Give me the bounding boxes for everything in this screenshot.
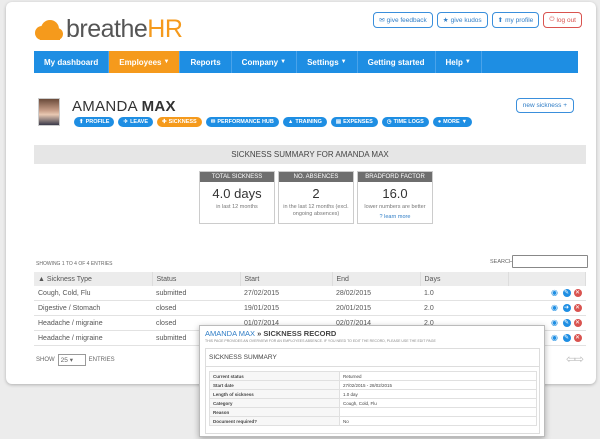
sickness-summary-panel: SICKNESS SUMMARY Current status Returned … <box>205 348 540 434</box>
view-icon[interactable]: ◉ <box>550 304 560 312</box>
my-profile-button[interactable]: ⬆ my profile <box>491 12 540 28</box>
bradford-factor-stat: BRADFORD FACTOR 16.0 lower numbers are b… <box>357 171 433 224</box>
edit-icon[interactable]: ✎ <box>562 334 571 342</box>
employee-tabs: ⬆ PROFILE ✈ LEAVE ✚ SICKNESS ✉ PERFORMANCE H… <box>74 117 473 127</box>
user-icon: ⬆ <box>497 17 504 24</box>
delete-icon[interactable]: ✕ <box>573 289 582 297</box>
col-status[interactable]: Status <box>152 272 241 286</box>
nav-company[interactable]: Company ▼ <box>232 51 298 73</box>
tab-expenses[interactable]: ▤ EXPENSES <box>330 117 378 127</box>
view-icon[interactable]: ◉ <box>550 319 560 327</box>
nav-getting-started[interactable]: Getting started <box>358 51 436 73</box>
chevron-down-icon: ▼ <box>461 119 468 125</box>
receipt-icon: ▤ <box>335 119 342 125</box>
delete-icon[interactable]: ✕ <box>573 319 582 327</box>
delete-icon[interactable]: ✕ <box>573 334 582 342</box>
stat-boxes: TOTAL SICKNESS 4.0 days in last 12 month… <box>199 171 433 224</box>
nav-reports[interactable]: Reports <box>180 51 232 73</box>
sort-icon: ▲ <box>38 275 45 283</box>
search-input[interactable] <box>512 255 588 268</box>
tab-training[interactable]: ▲ TRAINING <box>282 117 327 127</box>
record-row: Reason <box>209 407 537 417</box>
chevron-down-icon: ▼ <box>280 59 287 65</box>
col-days[interactable]: Days <box>420 272 509 286</box>
user-icon: ⬆ <box>79 119 84 125</box>
popup-employee-link[interactable]: AMANDA MAX <box>205 329 255 338</box>
main-nav: My dashboard Employees ▼ Reports Company ▼… <box>34 51 578 73</box>
record-row: Length of sickness 1.0 day <box>209 389 537 399</box>
brand-name-part1: breathe <box>66 15 148 43</box>
edit-icon[interactable]: ✎ <box>562 319 571 327</box>
cloud-logo-icon <box>35 19 63 40</box>
tab-more[interactable]: ● MORE ▼ <box>432 117 473 127</box>
tab-leave[interactable]: ✈ LEAVE <box>118 117 153 127</box>
chevron-down-icon: ▼ <box>340 59 347 65</box>
record-table: Current status Returned Start date 27/02/2… <box>209 371 537 426</box>
section-title: SICKNESS SUMMARY <box>206 349 539 367</box>
col-end[interactable]: End <box>332 272 421 286</box>
chat-icon: ✉ <box>379 17 385 24</box>
record-row: Current status Returned <box>209 371 537 381</box>
page-length-control: SHOW 25 ▾ ENTRIES <box>36 354 115 366</box>
table-header-row: ▲ Sickness Type Status Start End Days <box>34 272 586 286</box>
delete-icon[interactable]: ✕ <box>573 304 582 312</box>
total-sickness-stat: TOTAL SICKNESS 4.0 days in last 12 month… <box>199 171 275 224</box>
entries-info: SHOWING 1 TO 4 OF 4 ENTRIES <box>36 261 113 267</box>
learn-more-link[interactable]: ? learn more <box>358 214 432 220</box>
record-row: Category Cough, Cold, Flu <box>209 398 537 408</box>
employee-name: AMANDA MAX <box>72 98 176 115</box>
chevron-down-icon: ▾ <box>69 357 73 364</box>
nav-my-dashboard[interactable]: My dashboard <box>34 51 110 73</box>
search-label: SEARCH: <box>490 259 515 265</box>
give-kudos-button[interactable]: ★ give kudos <box>436 12 488 28</box>
record-row: Start date 27/02/2015 - 28/02/2015 <box>209 380 537 390</box>
star-icon: ★ <box>442 17 449 24</box>
plane-icon: ✈ <box>123 119 129 125</box>
view-icon[interactable]: ◉ <box>550 289 560 297</box>
tab-time-logs[interactable]: ◷ TIME LOGS <box>381 117 429 127</box>
page-length-select[interactable]: 25 ▾ <box>57 354 86 366</box>
chevron-down-icon: ▼ <box>163 59 170 65</box>
record-row: Document required? No <box>209 416 537 426</box>
avatar <box>38 98 60 126</box>
edit-icon[interactable]: ➜ <box>562 304 571 312</box>
col-start[interactable]: Start <box>240 272 333 286</box>
nav-settings[interactable]: Settings ▼ <box>297 51 358 73</box>
more-icon: ● <box>437 119 442 125</box>
view-icon[interactable]: ◉ <box>550 334 560 342</box>
sickness-record-popup: AMANDA MAX » SICKNESS RECORD THIS PAGE P… <box>199 325 545 437</box>
edit-icon[interactable]: ✎ <box>562 289 571 297</box>
popup-note: THIS PAGE PROVIDES AN OVERVIEW FOR AN EM… <box>205 339 436 343</box>
summary-title: SICKNESS SUMMARY FOR AMANDA MAX <box>34 145 586 164</box>
graduation-cap-icon: ▲ <box>287 119 294 125</box>
medical-bag-icon: ✚ <box>162 119 167 125</box>
new-sickness-button[interactable]: new sickness + <box>515 98 574 113</box>
nav-employees[interactable]: Employees ▼ <box>109 51 181 73</box>
col-actions <box>508 272 586 286</box>
clock-icon: ◷ <box>386 119 392 125</box>
table-row[interactable]: Cough, Cold, Flu submitted 27/02/2015 28… <box>34 286 586 301</box>
chevron-down-icon: ▼ <box>464 59 471 65</box>
nav-help[interactable]: Help ▼ <box>436 51 482 73</box>
top-links: ✉ give feedback ★ give kudos ⬆ my profile ⏻… <box>373 12 582 28</box>
tab-performance-hub[interactable]: ✉ PERFORMANCE HUB <box>205 117 279 127</box>
tab-profile[interactable]: ⬆ PROFILE <box>74 117 115 127</box>
col-sickness-type[interactable]: ▲ Sickness Type <box>34 272 153 286</box>
logout-icon: ⏻ <box>549 16 555 23</box>
popup-title: AMANDA MAX » SICKNESS RECORD <box>205 329 337 338</box>
tab-sickness[interactable]: ✚ SICKNESS <box>157 117 202 127</box>
breathehr-logo[interactable]: breatheHR <box>32 15 183 44</box>
table-row[interactable]: Digestive / Stomach closed 19/01/2015 20… <box>34 300 586 316</box>
give-feedback-button[interactable]: ✉ give feedback <box>373 12 433 28</box>
brand-name-part2: HR <box>147 15 183 43</box>
help-icon: ? <box>379 214 383 220</box>
log-out-button[interactable]: ⏻ log out <box>543 12 582 28</box>
chat-icon: ✉ <box>210 119 216 125</box>
pagination-arrows[interactable]: ⇦⇨ <box>566 352 584 366</box>
absences-stat: NO. ABSENCES 2 in the last 12 months (ex… <box>278 171 354 224</box>
